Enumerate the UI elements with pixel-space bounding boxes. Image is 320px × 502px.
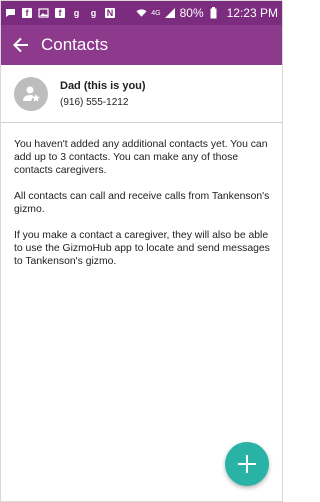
- contact-item[interactable]: Dad (this is you) (916) 555-1212: [1, 65, 282, 123]
- signal-icon: [164, 8, 176, 19]
- g-icon: g: [73, 7, 80, 18]
- battery-icon: [208, 7, 219, 19]
- info-paragraph-2: All contacts can call and receive calls …: [14, 191, 270, 215]
- add-contact-button[interactable]: [225, 442, 269, 486]
- image-icon: [38, 8, 49, 19]
- clock: 12:23 PM: [226, 6, 278, 20]
- wifi-icon: [136, 8, 147, 19]
- info-text: You haven't added any additional contact…: [14, 138, 276, 281]
- contact-details: Dad (this is you) (916) 555-1212: [60, 80, 146, 108]
- facebook-icon: f: [22, 8, 32, 18]
- facebook-icon: f: [55, 8, 65, 18]
- app-bar: Contacts: [1, 25, 282, 65]
- n-icon: N: [105, 7, 115, 18]
- battery-level: 80%: [179, 6, 204, 20]
- page-title: Contacts: [41, 35, 109, 54]
- back-button[interactable]: [1, 25, 41, 65]
- status-bar: f f g g N 4G 80% 12:23 PM: [1, 1, 282, 25]
- screen: f f g g N 4G 80% 12:23 PM Contacts Dad (…: [0, 0, 283, 502]
- person-star-icon: [23, 86, 40, 102]
- messages-icon: [5, 8, 16, 19]
- notification-icons: f f g g N: [5, 8, 115, 19]
- status-right: 4G 80% 12:23 PM: [136, 6, 278, 20]
- info-paragraph-1: You haven't added any additional contact…: [14, 139, 268, 176]
- contact-name: Dad (this is you): [60, 79, 146, 92]
- avatar: [14, 76, 48, 111]
- info-paragraph-3: If you make a contact a caregiver, they …: [14, 230, 270, 267]
- arrow-left-icon: [13, 37, 28, 53]
- plus-icon: [238, 455, 256, 473]
- network-label: 4G: [151, 9, 161, 17]
- contact-phone: (916) 555-1212: [60, 96, 129, 108]
- g-icon: g: [90, 7, 97, 18]
